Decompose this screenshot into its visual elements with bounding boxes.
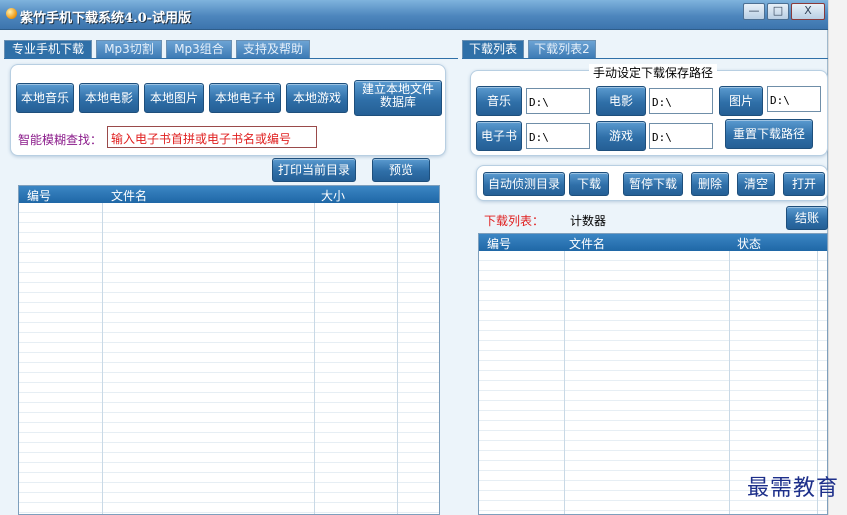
- app-logo-icon: [6, 8, 17, 19]
- tab-support-help[interactable]: 支持及帮助: [236, 40, 310, 58]
- image-path-field[interactable]: D:\: [767, 86, 821, 112]
- game-path-field[interactable]: D:\: [649, 123, 713, 149]
- table-rows: [19, 203, 439, 514]
- settle-button[interactable]: 结账: [786, 206, 828, 230]
- game-path-button[interactable]: 游戏: [596, 121, 646, 151]
- column-header-id[interactable]: 编号: [27, 187, 51, 204]
- build-db-line-2: 数据库: [379, 95, 416, 109]
- tab-mobile-download[interactable]: 专业手机下载: [4, 40, 92, 58]
- counter-label: 计数器: [570, 214, 607, 228]
- column-header-size[interactable]: 大小: [321, 187, 345, 204]
- music-path-field[interactable]: D:\: [526, 88, 590, 114]
- minimize-button[interactable]: —: [743, 3, 765, 20]
- table-header: 编号 文件名 大小: [19, 186, 439, 203]
- movie-path-button[interactable]: 电影: [596, 86, 646, 116]
- window-title: 紫竹手机下载系统4.0-试用版: [20, 11, 192, 26]
- column-divider: [397, 186, 398, 514]
- pause-download-button[interactable]: 暂停下载: [623, 172, 683, 196]
- download-list-label: 下载列表：: [484, 214, 545, 228]
- build-local-db-button[interactable]: 建立本地文件 数据库: [354, 80, 442, 116]
- auto-detect-directory-button[interactable]: 自动侦测目录: [483, 172, 565, 196]
- clear-button[interactable]: 清空: [737, 172, 775, 196]
- build-db-line-1: 建立本地文件: [361, 82, 434, 96]
- maximize-button[interactable]: □: [767, 3, 789, 20]
- image-path-button[interactable]: 图片: [719, 86, 763, 116]
- local-music-button[interactable]: 本地音乐: [16, 83, 74, 113]
- path-panel-heading: 手动设定下载保存路径: [589, 64, 718, 81]
- page-scrollbar[interactable]: [828, 0, 847, 515]
- tab-divider: [4, 58, 458, 59]
- column-header-status[interactable]: 状态: [737, 235, 761, 252]
- fuzzy-search-input[interactable]: 输入电子书首拼或电子书名或编号: [107, 126, 317, 148]
- preview-button[interactable]: 预览: [372, 158, 430, 182]
- close-button[interactable]: X: [791, 3, 825, 20]
- tab-mp3-merge[interactable]: Mp3组合: [166, 40, 232, 58]
- watermark-text: 最需教育: [746, 476, 839, 501]
- column-divider: [729, 234, 730, 514]
- local-game-button[interactable]: 本地游戏: [286, 83, 348, 113]
- column-header-id[interactable]: 编号: [487, 235, 511, 252]
- app-window: 紫竹手机下载系统4.0-试用版 — □ X 专业手机下载 Mp3切割 Mp3组合…: [0, 0, 828, 515]
- column-header-filename[interactable]: 文件名: [569, 235, 605, 252]
- column-header-filename[interactable]: 文件名: [111, 187, 147, 204]
- column-divider: [564, 234, 565, 514]
- download-path-panel: 手动设定下载保存路径 音乐 D:\ 电影 D:\ 图片 D:\ 电子书 D:\ …: [470, 64, 828, 156]
- reset-download-path-button[interactable]: 重置下载路径: [725, 119, 813, 149]
- local-movie-button[interactable]: 本地电影: [79, 83, 139, 113]
- tab-divider-right: [462, 58, 828, 59]
- title-bar[interactable]: 紫竹手机下载系统4.0-试用版 — □ X: [0, 0, 828, 30]
- local-files-panel: 本地音乐 本地电影 本地图片 本地电子书 本地游戏 建立本地文件 数据库 智能模…: [10, 64, 446, 156]
- tab-download-list-2[interactable]: 下载列表2: [528, 40, 596, 58]
- print-directory-button[interactable]: 打印当前目录: [272, 158, 356, 182]
- table-header: 编号 文件名 状态: [479, 234, 827, 251]
- download-button[interactable]: 下载: [569, 172, 609, 196]
- ebook-path-button[interactable]: 电子书: [476, 121, 522, 151]
- local-image-button[interactable]: 本地图片: [144, 83, 204, 113]
- download-toolbar: 自动侦测目录 下载 暂停下载 删除 清空 打开: [476, 165, 828, 201]
- delete-button[interactable]: 删除: [691, 172, 729, 196]
- local-ebook-button[interactable]: 本地电子书: [209, 83, 281, 113]
- fuzzy-search-label: 智能模糊查找：: [18, 133, 103, 147]
- movie-path-field[interactable]: D:\: [649, 88, 713, 114]
- ebook-path-field[interactable]: D:\: [526, 123, 590, 149]
- open-button[interactable]: 打开: [783, 172, 825, 196]
- column-divider: [314, 186, 315, 514]
- tab-mp3-cut[interactable]: Mp3切割: [96, 40, 162, 58]
- music-path-button[interactable]: 音乐: [476, 86, 522, 116]
- local-file-table[interactable]: 编号 文件名 大小: [18, 185, 440, 515]
- column-divider: [102, 186, 103, 514]
- tab-download-list[interactable]: 下载列表: [462, 40, 524, 58]
